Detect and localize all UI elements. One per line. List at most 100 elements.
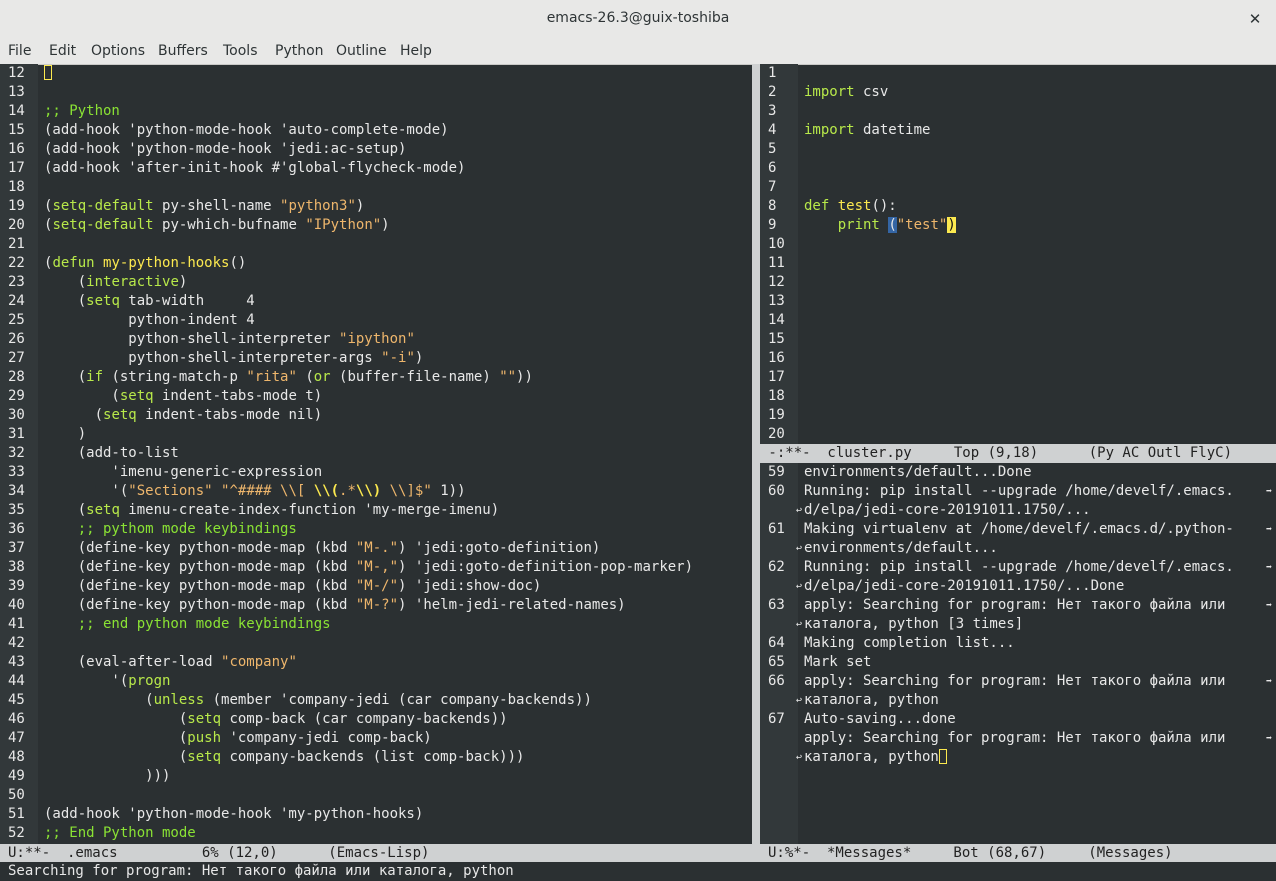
message-line[interactable]: Running: pip install --upgrade /home/dev… — [804, 482, 1274, 501]
code-line[interactable]: (eval-after-load "company" — [44, 653, 750, 672]
message-line[interactable]: каталога, python — [804, 691, 1274, 710]
code-line[interactable]: def test(): — [804, 197, 1274, 216]
message-line[interactable]: каталога, python — [804, 748, 1274, 767]
wrap-arrow-icon: ➡ — [1266, 676, 1273, 687]
code-line[interactable]: (setq comp-back (car company-backends)) — [44, 710, 750, 729]
code-line[interactable]: python-shell-interpreter "ipython" — [44, 330, 750, 349]
message-line[interactable]: Making virtualenv at /home/develf/.emacs… — [804, 520, 1274, 539]
code-line[interactable] — [44, 83, 750, 102]
message-line[interactable]: d/elpa/jedi-core-20191011.1750/... — [804, 501, 1274, 520]
code-line[interactable]: (add-to-list — [44, 444, 750, 463]
code-line[interactable] — [44, 64, 750, 83]
code-line[interactable]: print ("test") — [804, 216, 1274, 235]
code-line[interactable] — [804, 254, 1274, 273]
code-line[interactable]: (setq-default py-shell-name "python3") — [44, 197, 750, 216]
code-line[interactable]: (define-key python-mode-map (kbd "M-?") … — [44, 596, 750, 615]
code-line[interactable]: (interactive) — [44, 273, 750, 292]
code-line[interactable]: ))) — [44, 767, 750, 786]
code-line[interactable]: (add-hook 'python-mode-hook 'jedi:ac-set… — [44, 140, 750, 159]
code-line[interactable] — [44, 786, 750, 805]
message-line[interactable]: environments/default... — [804, 539, 1274, 558]
message-line[interactable]: Making completion list... — [804, 634, 1274, 653]
code-line[interactable]: (setq tab-width 4 — [44, 292, 750, 311]
title-bar: emacs-26.3@guix-toshiba ✕ — [0, 0, 1276, 41]
code-line[interactable]: ;; pythom mode keybindings — [44, 520, 750, 539]
code-line[interactable] — [804, 330, 1274, 349]
menu-help[interactable]: Help — [400, 43, 432, 59]
code-line[interactable]: '(progn — [44, 672, 750, 691]
code-line[interactable]: python-indent 4 — [44, 311, 750, 330]
code-line[interactable]: (unless (member 'company-jedi (car compa… — [44, 691, 750, 710]
code-line[interactable]: (define-key python-mode-map (kbd "M-/") … — [44, 577, 750, 596]
wrap-continuation-icon: ↩ — [796, 695, 803, 706]
window-title: emacs-26.3@guix-toshiba — [546, 10, 730, 26]
code-line[interactable] — [804, 292, 1274, 311]
code-line[interactable]: (defun my-python-hooks() — [44, 254, 750, 273]
code-line[interactable]: (define-key python-mode-map (kbd "M-.") … — [44, 539, 750, 558]
code-line[interactable] — [804, 102, 1274, 121]
code-line[interactable] — [804, 349, 1274, 368]
code-line[interactable] — [44, 178, 750, 197]
code-line[interactable]: (setq indent-tabs-mode nil) — [44, 406, 750, 425]
message-line[interactable]: environments/default...Done — [804, 463, 1274, 482]
code-line[interactable]: python-shell-interpreter-args "-i") — [44, 349, 750, 368]
code-line[interactable]: ;; end python mode keybindings — [44, 615, 750, 634]
text-cursor: ) — [947, 217, 956, 233]
message-line[interactable]: каталога, python [3 times] — [804, 615, 1274, 634]
code-line[interactable]: 'imenu-generic-expression — [44, 463, 750, 482]
code-line[interactable] — [804, 425, 1274, 444]
menu-edit[interactable]: Edit — [49, 43, 76, 59]
code-line[interactable]: (setq-default py-which-bufname "IPython"… — [44, 216, 750, 235]
code-line[interactable] — [804, 235, 1274, 254]
code-line[interactable] — [804, 159, 1274, 178]
message-line[interactable]: d/elpa/jedi-core-20191011.1750/...Done — [804, 577, 1274, 596]
code-line[interactable]: ;; Python — [44, 102, 750, 121]
emacs-lisp-editor[interactable]: ;; Python (add-hook 'python-mode-hook 'au… — [44, 64, 750, 844]
code-line[interactable]: import datetime — [804, 121, 1274, 140]
window-divider[interactable] — [752, 64, 760, 844]
python-editor[interactable]: import csv import datetime def test(): pri… — [804, 64, 1274, 444]
code-line[interactable] — [804, 387, 1274, 406]
code-line[interactable]: (add-hook 'python-mode-hook 'my-python-h… — [44, 805, 750, 824]
echo-area: Searching for program: Нет такого файла … — [0, 862, 1276, 881]
message-line[interactable]: apply: Searching for program: Нет такого… — [804, 596, 1274, 615]
menu-tools[interactable]: Tools — [223, 43, 258, 59]
menu-options[interactable]: Options — [91, 43, 145, 59]
code-line[interactable]: (define-key python-mode-map (kbd "M-,") … — [44, 558, 750, 577]
message-line[interactable]: Mark set — [804, 653, 1274, 672]
message-line[interactable]: Auto-saving...done — [804, 710, 1274, 729]
code-line[interactable]: (setq indent-tabs-mode t) — [44, 387, 750, 406]
code-line[interactable] — [804, 140, 1274, 159]
wrap-arrow-icon: ➡ — [1266, 562, 1273, 573]
menu-file[interactable]: File — [8, 43, 31, 59]
code-line[interactable] — [804, 178, 1274, 197]
code-line[interactable]: '("Sections" "^#### \\[ \\(.*\\) \\]$" 1… — [44, 482, 750, 501]
code-line[interactable]: (push 'company-jedi comp-back) — [44, 729, 750, 748]
wrap-continuation-icon: ↩ — [796, 581, 803, 592]
wrap-continuation-icon: ↩ — [796, 543, 803, 554]
code-line[interactable] — [44, 235, 750, 254]
menu-buffers[interactable]: Buffers — [158, 43, 208, 59]
messages-buffer[interactable]: environments/default...Done Running: pip … — [804, 463, 1274, 843]
code-line[interactable] — [804, 273, 1274, 292]
menu-python[interactable]: Python — [275, 43, 324, 59]
message-line[interactable]: Running: pip install --upgrade /home/dev… — [804, 558, 1274, 577]
code-line[interactable] — [804, 64, 1274, 83]
code-line[interactable]: (setq company-backends (list comp-back))… — [44, 748, 750, 767]
code-line[interactable]: (setq imenu-create-index-function 'my-me… — [44, 501, 750, 520]
message-line[interactable]: apply: Searching for program: Нет такого… — [804, 729, 1274, 748]
code-line[interactable]: ) — [44, 425, 750, 444]
code-line[interactable] — [804, 368, 1274, 387]
code-line[interactable] — [44, 634, 750, 653]
code-line[interactable]: (if (string-match-p "rita" (or (buffer-f… — [44, 368, 750, 387]
wrap-arrow-icon: ➡ — [1266, 486, 1273, 497]
code-line[interactable] — [804, 406, 1274, 425]
code-line[interactable] — [804, 311, 1274, 330]
close-icon[interactable]: ✕ — [1244, 8, 1266, 30]
code-line[interactable]: import csv — [804, 83, 1274, 102]
menu-outline[interactable]: Outline — [336, 43, 387, 59]
message-line[interactable]: apply: Searching for program: Нет такого… — [804, 672, 1274, 691]
code-line[interactable]: (add-hook 'after-init-hook #'global-flyc… — [44, 159, 750, 178]
code-line[interactable]: (add-hook 'python-mode-hook 'auto-comple… — [44, 121, 750, 140]
code-line[interactable]: ;; End Python mode — [44, 824, 750, 843]
